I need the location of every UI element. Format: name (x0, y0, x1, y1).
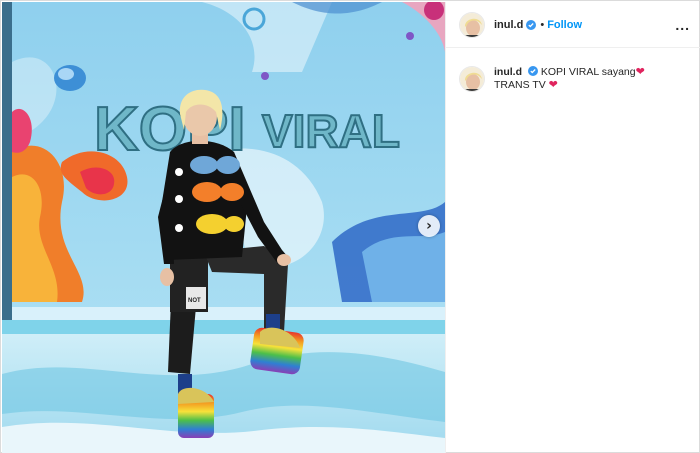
next-photo-button[interactable]: › (418, 215, 440, 237)
follow-button[interactable]: Follow (547, 19, 582, 31)
post-caption: inul.d KOPI VIRAL sayang❤ TRANS TV ❤ (446, 48, 700, 92)
post-photo[interactable]: KOPI VIRAL NOT › (2, 2, 445, 453)
caption-line-1: KOPI VIRAL sayang (540, 66, 636, 78)
tv-set-photo: KOPI VIRAL NOT (2, 2, 445, 453)
shirt-badge-text: NOT (188, 298, 201, 304)
avatar-image (460, 12, 484, 37)
caption-username-link[interactable]: inul.d (494, 66, 522, 78)
header-separator: • (540, 18, 545, 31)
caption-avatar-image (460, 67, 484, 91)
post-sidebar: inul.d • Follow ... inul.d KOPI VIRAL sa… (445, 2, 700, 453)
heart-icon: ❤ (635, 66, 645, 78)
instagram-post-embed: KOPI VIRAL NOT › inul.d • Follow ... inu… (0, 0, 700, 453)
caption-text: inul.d KOPI VIRAL sayang❤ TRANS TV ❤ (494, 66, 645, 92)
post-header: inul.d • Follow ... (446, 2, 700, 48)
verified-badge-icon (526, 19, 537, 30)
screen-title-viral: VIRAL (262, 105, 400, 157)
verified-badge-icon (527, 66, 538, 76)
username-link[interactable]: inul.d (494, 19, 523, 31)
caption-line-2: TRANS TV (494, 79, 546, 91)
caption-avatar[interactable] (459, 66, 485, 92)
heart-icon: ❤ (548, 79, 558, 91)
more-options-icon[interactable]: ... (675, 17, 690, 33)
avatar[interactable] (459, 11, 485, 38)
chevron-right-icon: › (426, 218, 432, 234)
